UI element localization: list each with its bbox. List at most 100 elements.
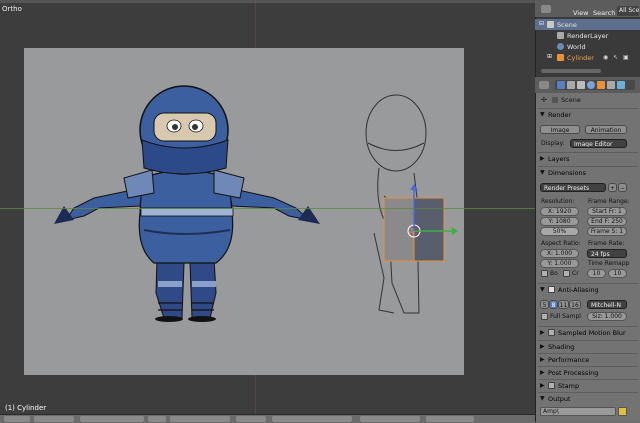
- render-image-button[interactable]: Image: [540, 125, 580, 134]
- time-remap-new-field[interactable]: 10: [608, 269, 627, 278]
- panel-divider: [538, 283, 638, 284]
- sampled-motion-blur-panel-header[interactable]: ▶ Sampled Motion Blur: [538, 328, 638, 339]
- render-animation-button[interactable]: Animation: [585, 125, 627, 134]
- render-buttons[interactable]: [426, 416, 474, 422]
- view-menu-button[interactable]: [34, 416, 74, 422]
- time-remap-old-field[interactable]: 10: [587, 269, 606, 278]
- outliner-item-label: World: [567, 43, 586, 51]
- panel-divider: [538, 353, 638, 354]
- editor-type-icon[interactable]: [539, 81, 549, 89]
- performance-panel-header[interactable]: ▶ Performance: [538, 355, 638, 366]
- outliner-scrollbar[interactable]: [541, 69, 601, 73]
- outliner-header: View Search All Sce: [535, 0, 640, 17]
- output-panel-header[interactable]: ▼ Output: [538, 394, 638, 405]
- collapsed-triangle-icon: ▶: [540, 343, 545, 350]
- stamp-checkbox[interactable]: [548, 382, 555, 389]
- frame-start-field[interactable]: Start Fr: 1: [587, 207, 627, 216]
- outliner-row-renderlayer[interactable]: RenderLayer: [535, 30, 640, 41]
- render-camera-icon[interactable]: ▣: [623, 54, 629, 61]
- frame-rate-label: Frame Rate:: [588, 240, 625, 247]
- full-sample-checkbox[interactable]: [541, 313, 548, 320]
- shading-button[interactable]: [148, 416, 166, 422]
- world-tab-icon[interactable]: [587, 81, 595, 89]
- motion-blur-checkbox[interactable]: [548, 329, 555, 336]
- outliner-search-menu[interactable]: Search: [593, 9, 615, 17]
- editor-type-icon[interactable]: [541, 5, 551, 13]
- properties-header: [535, 77, 640, 93]
- resolution-label: Resolution:: [541, 198, 575, 205]
- mode-dropdown[interactable]: [80, 416, 144, 422]
- collapsed-triangle-icon: ▶: [540, 356, 545, 363]
- snap-buttons[interactable]: [360, 416, 420, 422]
- renderlayer-icon: [557, 32, 564, 39]
- filter-size-field[interactable]: Siz: 1.000: [587, 312, 627, 321]
- aa-samples-16-button[interactable]: 16: [569, 300, 581, 309]
- viewport-top-strip: [0, 0, 535, 3]
- aspect-x-field[interactable]: X: 1.000: [540, 249, 579, 258]
- active-object-label: (1) Cylinder: [5, 404, 47, 412]
- aa-filter-dropdown[interactable]: Mitchell-N: [587, 300, 627, 309]
- aa-samples-5-button[interactable]: 5: [540, 300, 549, 309]
- panel-divider: [538, 379, 638, 380]
- outliner-row-cylinder[interactable]: ⊞ Cylinder ◉ ↖ ▣: [535, 52, 640, 63]
- scene-tab-icon[interactable]: [577, 81, 585, 89]
- post-processing-panel-header[interactable]: ▶ Post Processing: [538, 368, 638, 379]
- pivot-buttons[interactable]: [170, 416, 230, 422]
- 3d-viewport[interactable]: Ortho (1) Cylinder: [0, 0, 535, 414]
- aa-samples-11-button[interactable]: 11: [558, 300, 569, 309]
- frame-step-field[interactable]: Frame S: 1: [587, 227, 627, 236]
- layer-buttons[interactable]: [272, 416, 352, 422]
- frame-end-field[interactable]: End F: 250: [587, 217, 627, 226]
- display-dropdown[interactable]: Image Editor: [570, 139, 627, 148]
- panel-divider: [538, 108, 638, 109]
- panel-divider: [538, 366, 638, 367]
- resolution-percentage-field[interactable]: 50%: [540, 227, 579, 236]
- world-icon: [557, 43, 564, 50]
- resolution-y-field[interactable]: Y: 1080: [540, 217, 579, 226]
- aa-samples-8-button[interactable]: 8: [549, 300, 558, 309]
- render-tab-icon[interactable]: [557, 81, 565, 89]
- crop-label: Cr: [572, 270, 579, 277]
- render-animation-label: Animation: [590, 127, 622, 134]
- output-path-field[interactable]: Amp\: [540, 407, 616, 416]
- object-tab-icon[interactable]: [597, 81, 605, 89]
- aspect-ratio-label: Aspect Ratio:: [541, 240, 581, 247]
- outliner-view-menu[interactable]: View: [573, 9, 588, 17]
- anti-aliasing-panel-header[interactable]: ▼ Anti-Aliasing: [538, 285, 638, 296]
- pin-icon[interactable]: ✢: [541, 96, 547, 104]
- manipulator-buttons[interactable]: [236, 416, 266, 422]
- remove-preset-button[interactable]: −: [618, 183, 627, 192]
- stamp-panel-header[interactable]: ▶ Stamp: [538, 381, 638, 392]
- scene-icon: [547, 21, 554, 28]
- outliner-row-world[interactable]: World: [535, 41, 640, 52]
- time-remapping-label: Time Remapp: [588, 260, 630, 267]
- dimensions-panel-header[interactable]: ▼ Dimensions: [538, 168, 638, 179]
- context-tabs: [555, 80, 635, 90]
- render-presets-dropdown[interactable]: Render Presets: [540, 183, 606, 192]
- border-checkbox[interactable]: [541, 270, 548, 277]
- frame-rate-dropdown[interactable]: 24 fps: [587, 249, 627, 258]
- add-preset-button[interactable]: +: [608, 183, 617, 192]
- modifiers-tab-icon[interactable]: [617, 81, 625, 89]
- visibility-eye-icon[interactable]: ◉: [603, 54, 608, 61]
- editor-type-button[interactable]: [4, 416, 30, 422]
- select-arrow-icon[interactable]: ↖: [613, 54, 618, 61]
- anti-aliasing-checkbox[interactable]: [548, 286, 555, 293]
- aspect-y-field[interactable]: Y: 1.000: [540, 259, 579, 268]
- outliner-row-scene[interactable]: ⊟ Scene: [535, 19, 640, 30]
- collapsed-triangle-icon: ▶: [540, 382, 545, 389]
- layers-panel-header[interactable]: ▶ Layers: [538, 154, 638, 165]
- expand-toggle-icon[interactable]: ⊞: [547, 53, 552, 60]
- collapse-toggle-icon[interactable]: ⊟: [539, 20, 544, 27]
- ninja-character-drawing: [54, 85, 320, 322]
- folder-icon[interactable]: [618, 407, 627, 416]
- render-panel-header[interactable]: ▼ Render: [538, 110, 638, 121]
- outliner-display-dropdown[interactable]: All Sce: [617, 6, 639, 16]
- layers-tab-icon[interactable]: [567, 81, 575, 89]
- constraints-tab-icon[interactable]: [607, 81, 615, 89]
- collapsed-triangle-icon: ▶: [540, 155, 545, 162]
- resolution-x-field[interactable]: X: 1920: [540, 207, 579, 216]
- shading-panel-header[interactable]: ▶ Shading: [538, 342, 638, 353]
- display-dropdown-value: Image Editor: [574, 141, 613, 148]
- crop-checkbox[interactable]: [563, 270, 570, 277]
